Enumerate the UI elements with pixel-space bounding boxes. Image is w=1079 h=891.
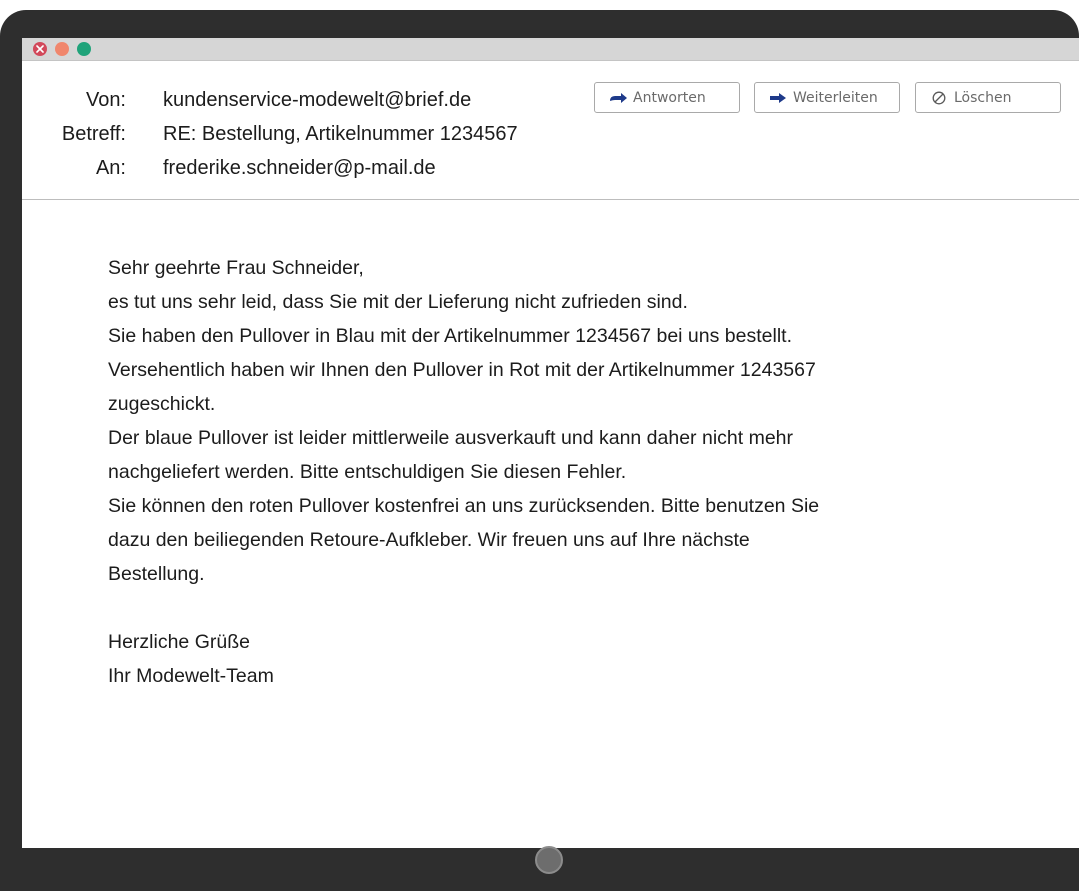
delete-button[interactable]: Löschen [915,82,1061,113]
close-window-button[interactable] [33,42,47,56]
title-bar [22,38,1079,61]
message-line: nachgeliefert werden. Bitte entschuldige… [108,461,627,483]
mail-window: Von: kundenservice-modewelt@brief.de Bet… [22,38,1079,848]
message-line: Sie können den roten Pullover kostenfrei… [108,495,820,517]
prohibit-icon [928,91,950,105]
home-button[interactable] [535,846,563,874]
maximize-window-button[interactable] [77,42,91,56]
message-line: Der blaue Pullover ist leider mittlerwei… [108,427,794,449]
minimize-window-button[interactable] [55,42,69,56]
message-line: dazu den beiliegenden Retoure-Aufkleber.… [108,529,750,551]
reply-arrow-icon [607,92,629,104]
message-line: zugeschickt. [108,393,216,415]
tablet-frame: Von: kundenservice-modewelt@brief.de Bet… [0,10,1079,891]
from-address: kundenservice-modewelt@brief.de [163,89,472,111]
message-line: Versehentlich haben wir Ihnen den Pullov… [108,359,816,381]
closing: Herzliche Grüße [108,631,250,653]
mail-header: Von: kundenservice-modewelt@brief.de Bet… [22,61,1079,200]
greeting: Sehr geehrte Frau Schneider, [108,257,364,279]
forward-button[interactable]: Weiterleiten [754,82,900,113]
from-label: Von: [85,89,126,111]
to-label: An: [95,157,126,179]
message-body: Sehr geehrte Frau Schneider, es tut uns … [108,251,1048,693]
reply-label: Antworten [633,89,706,106]
subject-text: RE: Bestellung, Artikelnummer 1234567 [163,123,518,145]
message-line: es tut uns sehr leid, dass Sie mit der L… [108,291,688,313]
close-icon [36,45,44,53]
signature: Ihr Modewelt-Team [108,665,274,687]
reply-button[interactable]: Antworten [594,82,740,113]
to-address: frederike.schneider@p-mail.de [163,157,436,179]
forward-label: Weiterleiten [793,89,878,106]
message-line: Bestellung. [108,563,205,585]
delete-label: Löschen [954,89,1012,106]
message-line: Sie haben den Pullover in Blau mit der A… [108,325,792,347]
forward-arrow-icon [767,92,789,104]
subject-label: Betreff: [61,123,126,145]
